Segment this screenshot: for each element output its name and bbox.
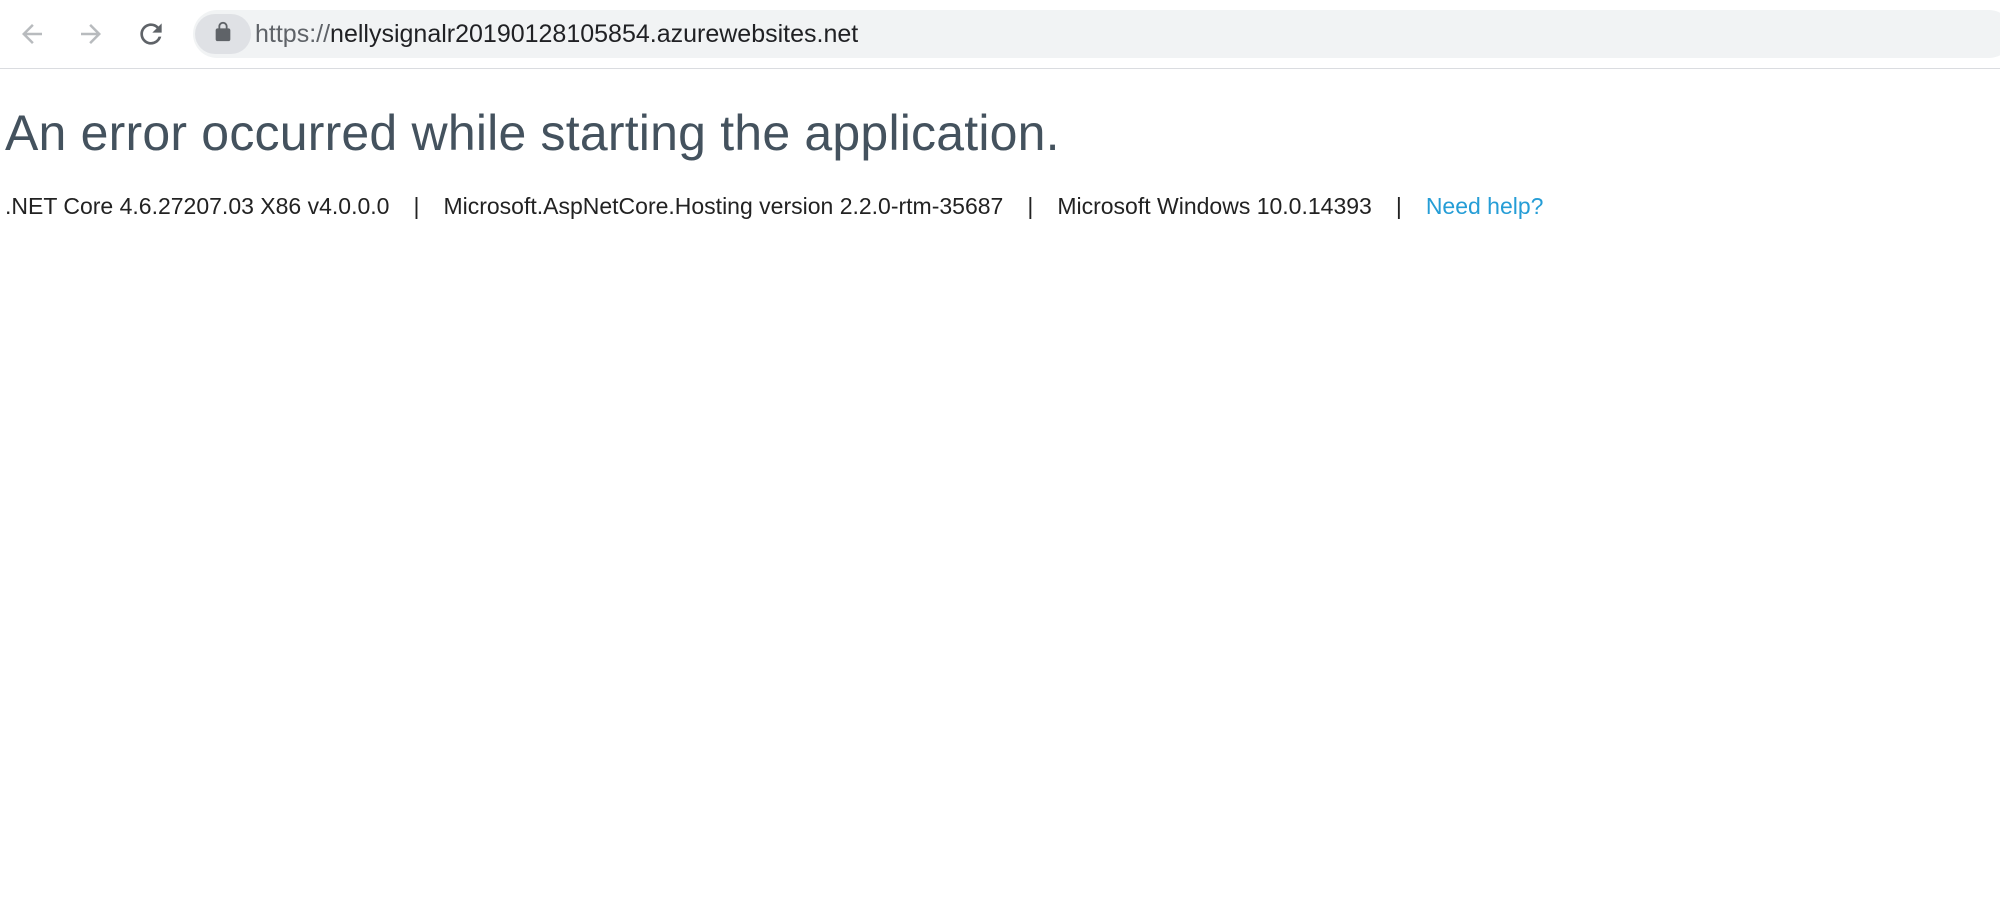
browser-toolbar: https://nellysignalr20190128105854.azure… (0, 0, 2000, 69)
url-text[interactable]: https://nellysignalr20190128105854.azure… (255, 10, 858, 58)
separator: | (1027, 193, 1034, 219)
page-title: An error occurred while starting the app… (5, 105, 1060, 161)
forward-button[interactable] (68, 11, 114, 57)
os-version: Microsoft Windows 10.0.14393 (1057, 193, 1372, 219)
back-arrow-icon (17, 19, 47, 49)
site-info-button[interactable] (195, 14, 251, 54)
separator: | (413, 193, 420, 219)
runtime-version: .NET Core 4.6.27207.03 X86 v4.0.0.0 (5, 193, 390, 219)
forward-arrow-icon (76, 19, 106, 49)
url-scheme: https:// (255, 20, 331, 48)
lock-icon (212, 21, 234, 48)
hosting-version: Microsoft.AspNetCore.Hosting version 2.2… (443, 193, 1004, 219)
address-bar[interactable]: https://nellysignalr20190128105854.azure… (193, 10, 2000, 58)
back-button[interactable] (9, 11, 55, 57)
separator: | (1395, 193, 1402, 219)
need-help-link[interactable]: Need help? (1426, 193, 1544, 219)
url-host: nellysignalr20190128105854.azurewebsites… (330, 20, 859, 48)
reload-icon (135, 18, 167, 50)
reload-button[interactable] (128, 11, 174, 57)
version-footer: .NET Core 4.6.27207.03 X86 v4.0.0.0 | Micr… (5, 190, 1543, 222)
